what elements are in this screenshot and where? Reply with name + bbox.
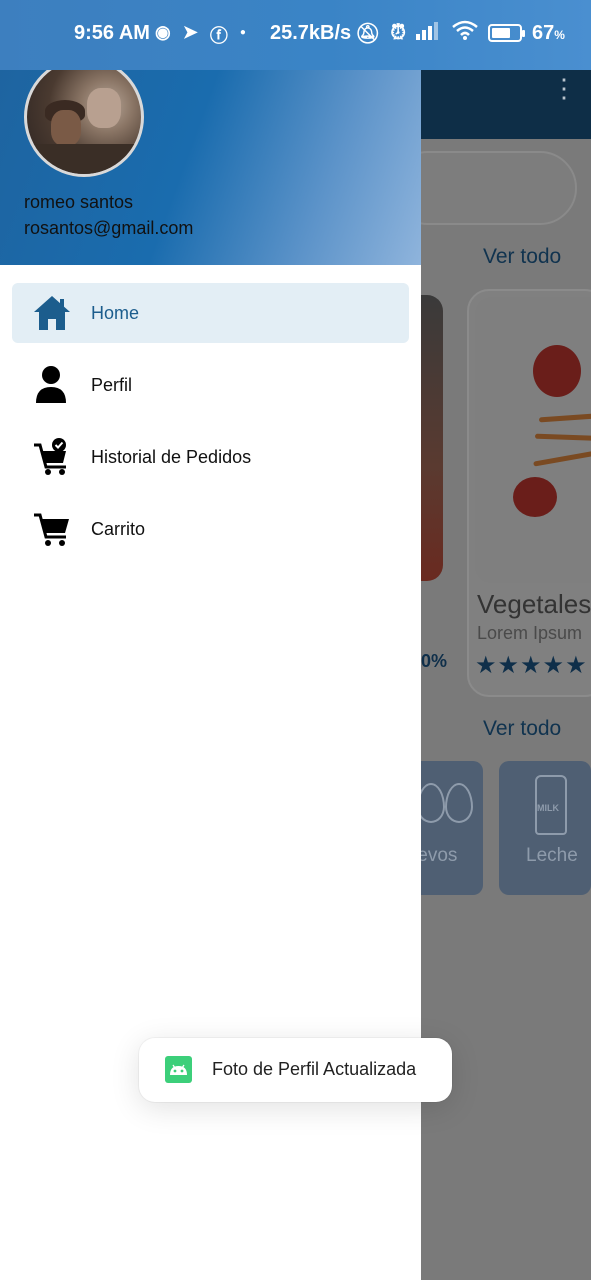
egg-icon (445, 783, 473, 823)
cart-icon (32, 509, 72, 549)
messenger-icon: ◉ (155, 22, 171, 42)
overflow-menu-icon[interactable]: ⋮ (551, 75, 577, 101)
category-tile[interactable]: MILK Leche (499, 761, 591, 895)
battery-level: 67% (532, 21, 565, 44)
search-bar[interactable] (421, 151, 577, 225)
network-speed: 25.7kB/s (270, 22, 352, 44)
system-icons: 🔕︎ ⏰︎ 67% (355, 20, 565, 46)
drawer-item-label: Home (91, 302, 140, 323)
discount-label: 0% (421, 651, 448, 671)
drawer-item-home[interactable]: Home (12, 283, 409, 343)
milk-icon-label: MILK (537, 803, 559, 813)
status-time: 9:56 AM (74, 22, 150, 44)
cart-check-icon (32, 437, 72, 477)
drawer-header: romeo santos rosantos@gmail.com (0, 55, 421, 265)
category-tile[interactable]: Huevos (421, 761, 483, 895)
product-image (421, 295, 443, 581)
category-label: Leche (526, 845, 578, 866)
user-name: romeo santos (24, 192, 134, 212)
product-image (475, 297, 591, 583)
egg-icon (421, 783, 445, 823)
mute-icon: 🔕︎ (355, 22, 381, 45)
telegram-icon: ➤ (182, 22, 198, 42)
product-title: Vegetales (477, 589, 591, 619)
drawer-menu: Home Perfil Historial de Pedidos Carrito (0, 283, 421, 571)
signal-icon (416, 20, 442, 46)
category-label: Huevos (421, 845, 458, 866)
home-icon (32, 293, 72, 333)
rating-stars: ★★★★★ (475, 652, 588, 679)
notification-icons: ◉ ➤ ⓕ ● (155, 22, 246, 48)
alarm-icon: ⏰︎ (390, 21, 406, 44)
product-subtitle: Lorem Ipsum (477, 623, 583, 643)
see-all-link[interactable]: Ver todo (483, 245, 561, 269)
dot-icon: ● (239, 27, 246, 38)
wifi-icon (452, 20, 478, 46)
status-bar: 9:56 AM ◉ ➤ ⓕ ● 25.7kB/s 🔕︎ ⏰︎ 67% (0, 0, 591, 70)
android-app-icon (165, 1056, 192, 1083)
drawer-item-label: Perfil (91, 374, 133, 395)
drawer-item-label: Historial de Pedidos (91, 446, 252, 467)
person-icon (32, 365, 72, 405)
product-card[interactable]: Vegetales Lorem Ipsum ★★★★★ (467, 289, 591, 697)
drawer-item-profile[interactable]: Perfil (12, 355, 409, 415)
battery-icon (488, 24, 525, 42)
toast-message: Foto de Perfil Actualizada (212, 1059, 417, 1079)
toast-notification: Foto de Perfil Actualizada (139, 1038, 452, 1102)
drawer-item-cart[interactable]: Carrito (12, 499, 409, 559)
drawer-item-label: Carrito (91, 518, 146, 539)
avatar[interactable] (24, 57, 144, 177)
facebook-icon: ⓕ (209, 26, 228, 46)
user-email: rosantos@gmail.com (24, 218, 194, 238)
drawer-item-order-history[interactable]: Historial de Pedidos (12, 427, 409, 487)
see-all-link[interactable]: Ver todo (483, 717, 561, 741)
